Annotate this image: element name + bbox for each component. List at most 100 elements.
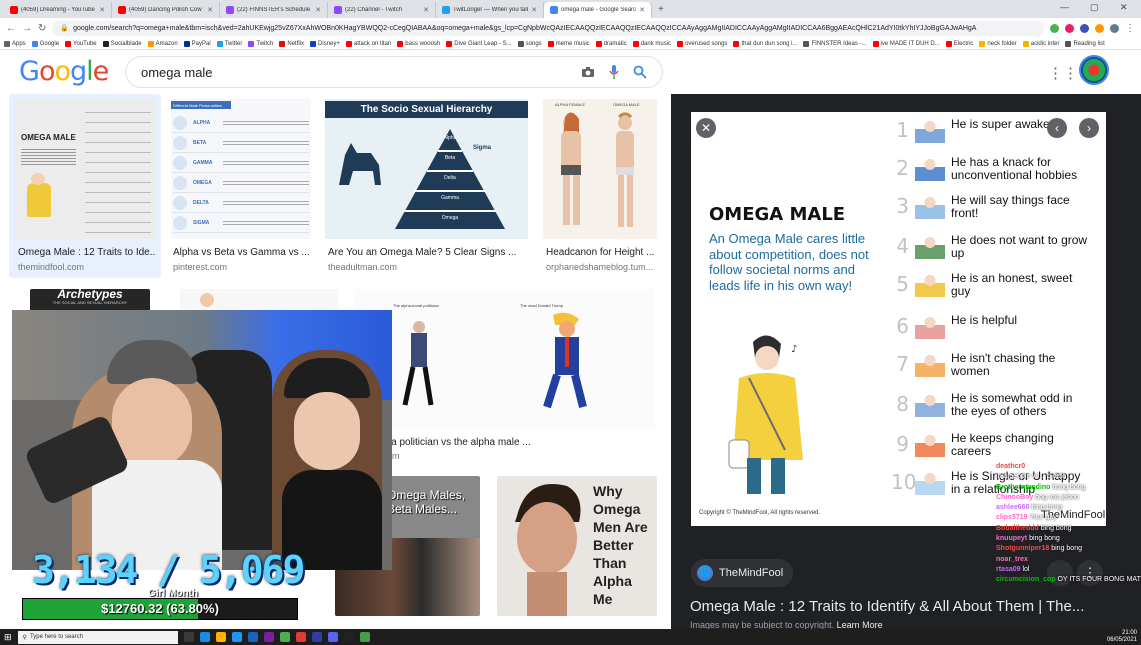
tab-close-icon[interactable]: ✕ — [639, 6, 645, 14]
address-bar[interactable]: 🔒 google.com/search?q=omega+male&tbm=isc… — [52, 20, 1044, 36]
search-box[interactable]: omega male — [125, 56, 663, 88]
bookmark-item[interactable]: Netflix — [279, 40, 304, 47]
edge-icon[interactable] — [199, 632, 210, 642]
tab-close-icon[interactable]: ✕ — [423, 6, 429, 14]
profile-avatar[interactable] — [1110, 23, 1119, 33]
bookmark-item[interactable]: overused songs — [677, 40, 727, 47]
camera-icon[interactable] — [581, 66, 595, 78]
new-tab-button[interactable]: + — [652, 2, 670, 18]
task-view-icon[interactable] — [183, 632, 194, 642]
tab-close-icon[interactable]: ✕ — [315, 6, 321, 14]
menu-icon[interactable]: ⋮ — [1125, 23, 1135, 34]
chat-username[interactable]: ChinooBoy — [996, 494, 1033, 501]
bookmark-item[interactable]: songs — [517, 40, 542, 47]
bookmark-item[interactable]: Apps — [4, 40, 26, 47]
close-preview-button[interactable]: ✕ — [696, 118, 716, 138]
chat-username[interactable]: Brothermandino — [996, 484, 1050, 491]
chrome-icon[interactable] — [279, 632, 290, 642]
app-icon[interactable] — [295, 632, 306, 642]
bookmark-item[interactable]: Electric — [945, 40, 973, 47]
result-title[interactable]: Omega Male : 12 Traits to Ide... — [18, 247, 156, 258]
minimize-icon[interactable]: — — [1060, 2, 1069, 12]
browser-tab[interactable]: (22) Channel - Twitch ✕ — [328, 2, 436, 18]
result-thumbnail[interactable]: ALPHA FEMALE OMEGA MALE — [543, 99, 657, 239]
chat-username[interactable]: rtasa09 — [996, 566, 1021, 573]
file-explorer-icon[interactable] — [215, 632, 226, 642]
account-avatar[interactable] — [1079, 55, 1109, 85]
bookmark-item[interactable]: Dive Giant Leap - S... — [446, 40, 512, 47]
bookmark-item[interactable]: Google — [31, 40, 59, 47]
extension-icon[interactable] — [1050, 23, 1059, 33]
bookmark-item[interactable]: Reading list — [1065, 40, 1105, 47]
forward-icon[interactable]: → — [22, 23, 32, 34]
result-thumbnail[interactable]: The Socio Sexual Hierarchy Alpha Beta Delt… — [325, 99, 528, 239]
result-card[interactable]: Different Male Personalities ALPHA BETA GA… — [170, 94, 315, 278]
app-icon[interactable] — [359, 632, 370, 642]
result-title[interactable]: Alpha vs Beta vs Gamma vs ... — [173, 247, 313, 258]
result-title[interactable]: Are You an Omega Male? 5 Clear Signs ... — [328, 247, 528, 258]
steam-icon[interactable] — [247, 632, 258, 642]
bookmark-item[interactable]: that dun dun song i... — [733, 40, 797, 47]
tab-close-icon[interactable]: ✕ — [207, 6, 213, 14]
bookmark-item[interactable]: neck folder — [979, 40, 1017, 47]
tab-close-icon[interactable]: ✕ — [99, 6, 105, 14]
bookmark-item[interactable]: YouTube — [65, 40, 97, 47]
result-title[interactable]: Headcanon for Height ... — [546, 247, 660, 258]
browser-tab[interactable]: (4059) Dancing Polish Cow 10 Hours✕ — [112, 2, 220, 18]
result-thumbnail[interactable]: The alpha-moral politician The chad Dona… — [355, 289, 655, 429]
bookmark-item[interactable]: dramatic — [595, 40, 627, 47]
photoshop-icon[interactable] — [311, 632, 322, 642]
bookmark-item[interactable]: Twitter — [216, 40, 242, 47]
search-icon[interactable] — [633, 65, 647, 79]
chat-username[interactable]: clips5719 — [996, 514, 1028, 521]
bookmark-item[interactable]: PayPal — [183, 40, 211, 47]
bookmark-item[interactable]: Twitch — [248, 40, 273, 47]
bookmark-item[interactable]: Amazon — [147, 40, 178, 47]
result-thumbnail[interactable]: Why Omega Men Are Better Than Alpha Me — [497, 476, 657, 616]
bookmark-item[interactable]: acidic inter — [1022, 40, 1059, 47]
close-window-icon[interactable]: ✕ — [1120, 2, 1128, 13]
chat-username[interactable]: ashlee660 — [996, 504, 1029, 511]
chat-username[interactable]: circumcision_cop — [996, 576, 1056, 583]
result-source[interactable]: themindfool.com — [18, 262, 84, 272]
app-icon[interactable] — [263, 632, 274, 642]
bookmark-item[interactable]: ive MADE IT DUH D... — [872, 40, 940, 47]
result-source[interactable]: orphanedshameblog.tum... — [546, 262, 653, 272]
result-card[interactable]: ALPHA FEMALE OMEGA MALE Headcanon for He… — [543, 94, 663, 278]
search-input[interactable]: omega male — [141, 65, 213, 80]
source-chip[interactable]: 🌐 TheMindFool — [691, 559, 794, 587]
next-image-button[interactable]: › — [1079, 118, 1099, 138]
chat-username[interactable]: Bobaltheddd — [996, 525, 1039, 532]
microphone-icon[interactable] — [609, 65, 619, 79]
browser-tab[interactable]: TwitLonger — When you talk too much for … — [436, 2, 544, 18]
google-logo[interactable]: Google — [19, 56, 109, 87]
bookmark-item[interactable]: attack on titan — [345, 40, 391, 47]
maximize-icon[interactable]: ▢ — [1090, 2, 1099, 13]
result-card[interactable]: The Socio Sexual Hierarchy Alpha Beta Delt… — [325, 94, 530, 278]
extension-icon[interactable] — [1080, 23, 1089, 33]
bookmark-item[interactable]: bass wooosh — [397, 40, 440, 47]
chat-username[interactable]: noar_trex — [996, 556, 1028, 563]
browser-tab[interactable]: (22) FINNSTER's Schedule - Twitch✕ — [220, 2, 328, 18]
chat-username[interactable]: Shotgunniper18 — [996, 545, 1049, 552]
tab-close-icon[interactable]: ✕ — [531, 6, 537, 14]
bookmark-item[interactable]: Socialblade — [102, 40, 142, 47]
bookmark-item[interactable]: meme music — [547, 40, 590, 47]
browser-tab[interactable]: omega male - Google Search ✕ — [544, 2, 652, 18]
chat-username[interactable]: knuupeyt — [996, 535, 1027, 542]
bookmark-item[interactable]: FINNSTER Ideas -... — [803, 40, 867, 47]
result-source[interactable]: m — [392, 451, 400, 461]
result-title[interactable]: ega politician vs the alpha male ... — [380, 437, 580, 448]
extension-icon[interactable] — [1095, 23, 1104, 33]
store-icon[interactable] — [231, 632, 242, 642]
result-source[interactable]: pinterest.com — [173, 262, 227, 272]
bookmark-item[interactable]: Disney+ — [310, 40, 340, 47]
reload-icon[interactable]: ↻ — [38, 23, 46, 34]
taskbar-clock[interactable]: 21:00 06/05/2021 — [1107, 630, 1137, 644]
chat-username[interactable]: deathcr0 — [996, 463, 1025, 470]
result-thumbnail[interactable]: Different Male Personalities ALPHA BETA GA… — [171, 99, 311, 239]
bookmark-item[interactable]: dank music — [632, 40, 671, 47]
back-icon[interactable]: ← — [6, 23, 16, 34]
result-thumbnail[interactable]: OMEGA MALE — [15, 99, 155, 239]
obs-icon[interactable] — [343, 632, 354, 642]
